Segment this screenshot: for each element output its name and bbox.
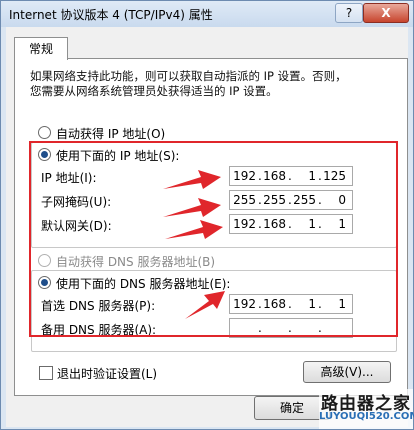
manual-dns-radio[interactable] [38,276,51,289]
validate-checkbox[interactable] [39,366,53,380]
ip-address-octet-4: 125 [323,169,346,183]
preferred-dns-octet-4: 1 [338,297,346,311]
description-line-2: 您需要从网络系统管理员处获得适当的 IP 设置。 [30,84,278,98]
subnet-mask-octet-1: 255 [233,193,256,207]
preferred-dns-field[interactable]: 192 . 168 . 1 . 1 [229,294,353,314]
gateway-field[interactable]: 192 . 168 . 1 . 1 [229,214,353,234]
gateway-octet-1: 192 [233,217,256,231]
description-text: 如果网络支持此功能，则可以获取自动指派的 IP 设置。否则， 您需要从网络系统管… [30,69,390,99]
preferred-dns-octet-3: 1 [308,297,316,311]
gateway-octet-2: 168 [263,217,286,231]
manual-ip-label[interactable]: 使用下面的 IP 地址(S): [56,147,183,164]
subnet-mask-field[interactable]: 255 . 255 . 255 . 0 [229,190,353,210]
alternate-dns-label: 备用 DNS 服务器(A): [41,323,157,337]
auto-dns-label[interactable]: 自动获得 DNS 服务器地址(B) [56,253,215,270]
arrow-icon [185,291,225,319]
subnet-mask-octet-2: 255 [263,193,286,207]
arrow-icon [165,220,223,239]
auto-ip-label[interactable]: 自动获得 IP 地址(O) [56,125,165,142]
ip-address-field[interactable]: 192 . 168 . 1 . 125 [229,166,353,186]
validate-label[interactable]: 退出时验证设置(L) [57,365,157,382]
preferred-dns-octet-1: 192 [233,297,256,311]
manual-ip-radio[interactable] [38,148,51,161]
title-bar[interactable]: Internet 协议版本 4 (TCP/IPv4) 属性 ? X [1,1,413,27]
dialog-window: Internet 协议版本 4 (TCP/IPv4) 属性 ? X 常规 如果网… [0,0,414,430]
gateway-octet-4: 1 [338,217,346,231]
gateway-label: 默认网关(D): [41,219,112,233]
alternate-dns-field[interactable]: . . . [229,318,353,338]
dot: . [318,321,322,335]
auto-ip-radio[interactable] [38,126,51,139]
tab-general[interactable]: 常规 [14,37,68,60]
site-watermark: 路由器之家 LUYOUQI520.COM [319,389,414,429]
auto-dns-radio[interactable] [38,254,51,267]
ip-address-label: IP 地址(I): [41,171,97,185]
close-button[interactable]: X [363,3,409,23]
help-button[interactable]: ? [335,3,363,23]
subnet-mask-octet-3: 255 [293,193,316,207]
description-line-1: 如果网络支持此功能，则可以获取自动指派的 IP 设置。否则， [30,69,347,83]
advanced-button[interactable]: 高级(V)... [303,361,391,383]
window-title: Internet 协议版本 4 (TCP/IPv4) 属性 [9,8,213,22]
ip-address-octet-2: 168 [263,169,286,183]
gateway-octet-3: 1 [308,217,316,231]
dot: . [288,321,292,335]
preferred-dns-octet-2: 168 [263,297,286,311]
preferred-dns-label: 首选 DNS 服务器(P): [41,299,156,313]
dot: . [258,321,262,335]
watermark-url: LUYOUQI520.COM [319,411,414,422]
arrow-icon [163,170,221,189]
subnet-mask-label: 子网掩码(U): [41,195,112,209]
subnet-mask-octet-4: 0 [338,193,346,207]
ip-address-octet-3: 1 [308,169,316,183]
ip-address-octet-1: 192 [233,169,256,183]
